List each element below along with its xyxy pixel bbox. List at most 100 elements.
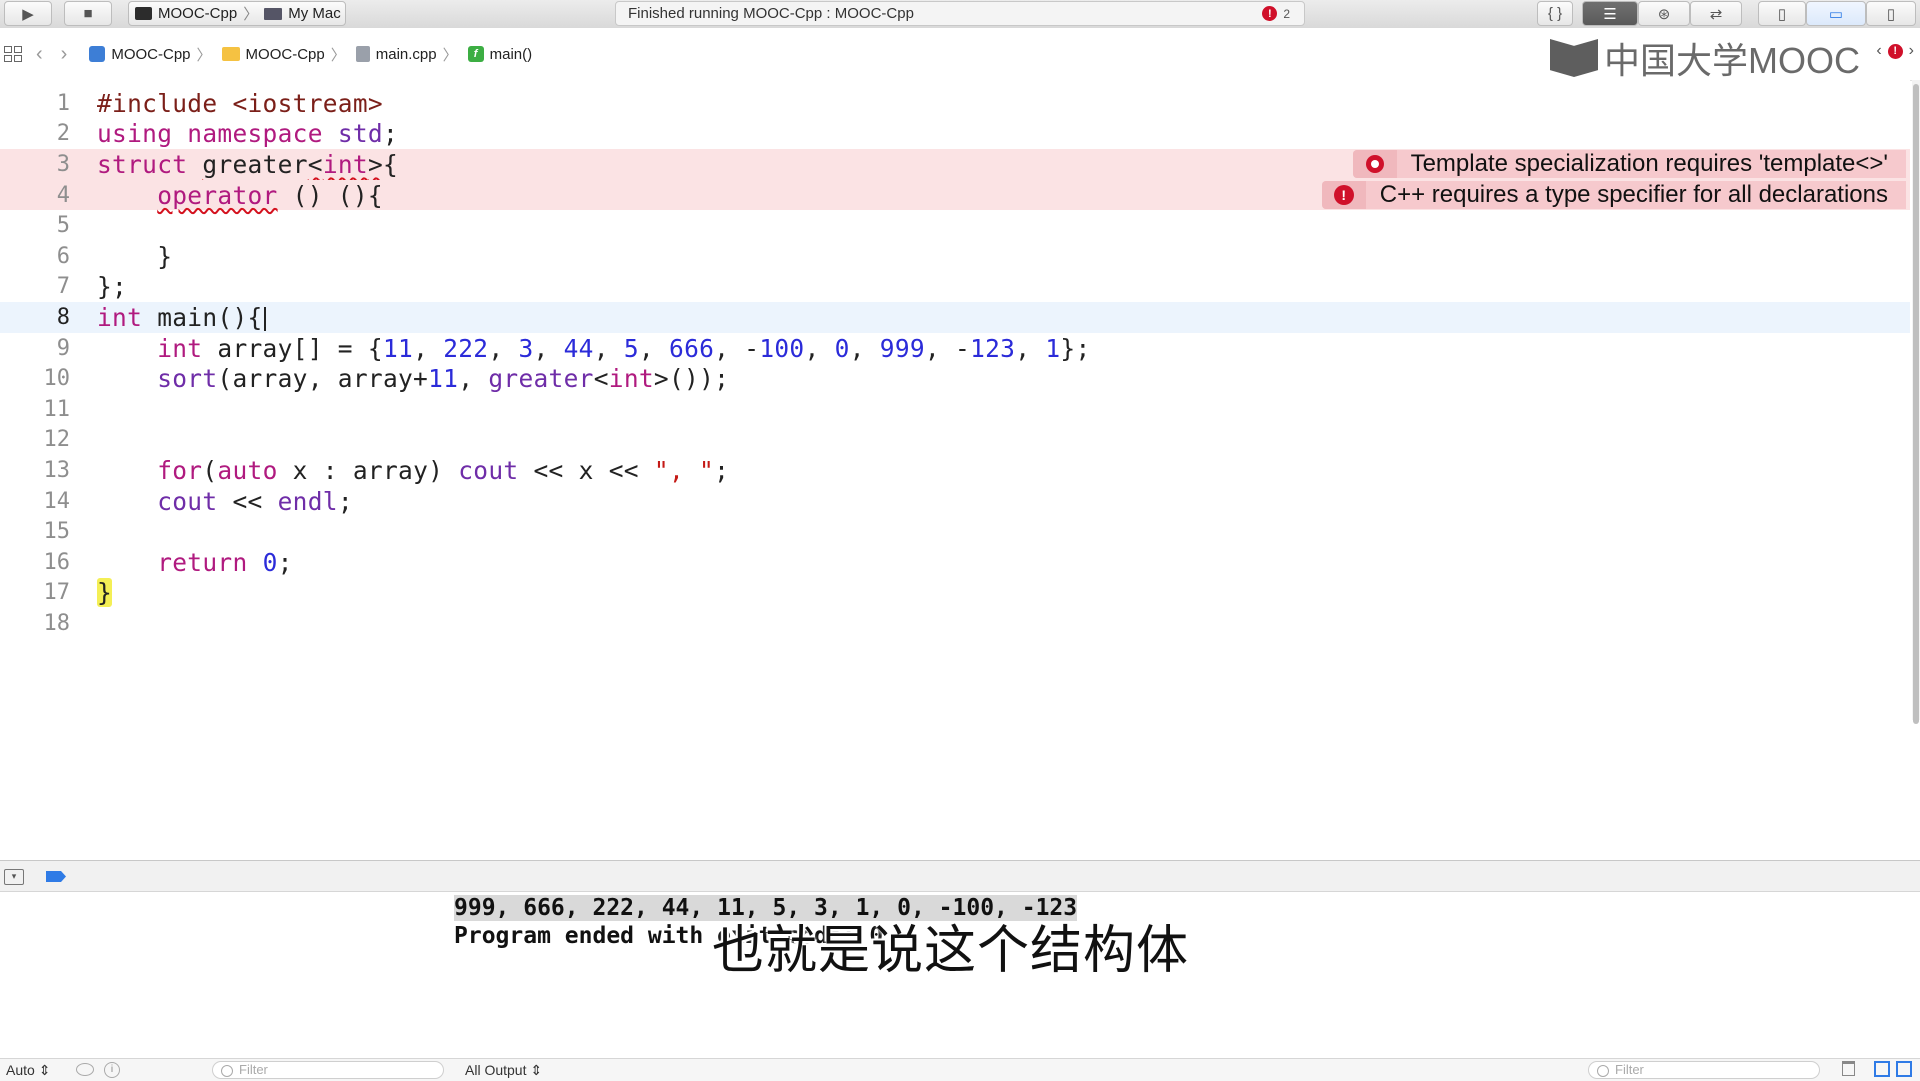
- text-cursor: [263, 306, 266, 331]
- error-icon: !: [1887, 43, 1903, 59]
- breakpoints-toggle-icon[interactable]: [46, 871, 66, 882]
- back-arrow-icon[interactable]: ‹: [36, 43, 43, 66]
- venn-icon: ⊛: [1657, 5, 1671, 23]
- standard-editor-button[interactable]: ☰: [1582, 1, 1638, 26]
- code-line: 14 cout << endl;: [0, 486, 1910, 517]
- jump-bar: ‹ › MOOC-Cpp 〉 MOOC-Cpp 〉 main.cpp 〉 f m…: [0, 28, 1920, 81]
- crumb-label: main(): [489, 45, 533, 63]
- hide-debug-area-button[interactable]: ▾: [4, 869, 24, 885]
- issue-navigator: ‹ ! ›: [1876, 42, 1914, 60]
- code-line: 11: [0, 394, 1910, 425]
- source-editor[interactable]: 1 #include <iostream> 2 using namespace …: [0, 80, 1910, 860]
- debug-bar: ▾: [0, 860, 1920, 892]
- code-text[interactable]: struct greater<int>{: [97, 150, 398, 179]
- error-count: 2: [1283, 6, 1290, 21]
- line-number: 12: [43, 427, 71, 453]
- navigator-toggle-button[interactable]: ▯: [1758, 1, 1806, 26]
- error-icon: !: [1262, 6, 1278, 21]
- code-line: 13 for(auto x : array) cout << x << ", "…: [0, 455, 1910, 486]
- error-count-badge[interactable]: ! 2: [1262, 6, 1290, 21]
- mooc-watermark: 中国大学MOOC: [1550, 32, 1860, 84]
- crumb-label: main.cpp: [375, 45, 437, 63]
- error-exclamation-icon: !: [1333, 184, 1354, 205]
- crumb-project[interactable]: MOOC-Cpp 〉: [89, 44, 212, 65]
- info-icon[interactable]: i: [104, 1062, 120, 1078]
- matching-brace-highlight: }: [97, 578, 113, 608]
- variables-filter-input[interactable]: Filter: [212, 1061, 444, 1079]
- scheme-selector[interactable]: MOOC-Cpp 〉 My Mac: [128, 1, 346, 26]
- code-text[interactable]: operator () (){: [97, 181, 383, 210]
- code-text[interactable]: return 0;: [97, 548, 293, 577]
- play-icon: ▶: [22, 5, 34, 23]
- code-text[interactable]: #include <iostream>: [97, 89, 383, 118]
- function-icon: f: [467, 46, 484, 62]
- line-number: 13: [43, 457, 71, 483]
- code-text[interactable]: int main(){: [97, 303, 266, 332]
- line-number: 10: [43, 366, 71, 392]
- line-number: 11: [43, 396, 71, 422]
- code-text[interactable]: }: [97, 242, 172, 271]
- issue-banner[interactable]: Template specialization requires 'templa…: [1352, 150, 1906, 179]
- next-issue-icon[interactable]: ›: [1909, 42, 1914, 60]
- line-number: 1: [56, 90, 70, 116]
- code-line: 9 int array[] = {11, 222, 3, 44, 5, 666,…: [0, 333, 1910, 364]
- previous-issue-icon[interactable]: ‹: [1876, 42, 1881, 60]
- code-line: 2 using namespace std;: [0, 119, 1910, 150]
- forward-arrow-icon[interactable]: ›: [61, 43, 68, 66]
- cpp-file-icon: [355, 46, 370, 62]
- issue-badge: [1352, 150, 1397, 179]
- code-text[interactable]: cout << endl;: [97, 487, 353, 516]
- code-text[interactable]: using namespace std;: [97, 119, 398, 148]
- line-number: 16: [43, 549, 71, 575]
- split-left-icon[interactable]: [1874, 1061, 1890, 1077]
- code-text[interactable]: for(auto x : array) cout << x << ", ";: [97, 456, 729, 485]
- console-filter-input[interactable]: Filter: [1588, 1061, 1820, 1079]
- split-right-icon[interactable]: [1896, 1061, 1912, 1077]
- variables-scope-select[interactable]: Auto ⇕: [6, 1062, 50, 1079]
- swap-arrows-icon: ⇄: [1709, 5, 1723, 23]
- mac-icon: [264, 7, 283, 20]
- issue-banner[interactable]: ! C++ requires a type specifier for all …: [1321, 180, 1906, 209]
- terminal-app-icon: [135, 7, 152, 20]
- folder-icon: [221, 47, 240, 61]
- code-line: 17 }: [0, 578, 1910, 609]
- error-stop-icon: [1365, 155, 1384, 174]
- lines-icon: ☰: [1603, 5, 1617, 23]
- utilities-toggle-button[interactable]: ▯: [1866, 1, 1916, 26]
- issue-badge: !: [1321, 180, 1366, 209]
- scope-label: Auto: [6, 1062, 35, 1078]
- code-text[interactable]: };: [97, 272, 127, 301]
- related-items-icon[interactable]: [4, 46, 22, 62]
- code-snippet-button[interactable]: { }: [1537, 1, 1573, 26]
- line-number: 18: [43, 610, 71, 636]
- version-editor-button[interactable]: ⇄: [1690, 1, 1742, 26]
- crumb-file[interactable]: main.cpp 〉: [355, 44, 458, 65]
- line-number: 5: [56, 213, 70, 239]
- code-line: 7 };: [0, 272, 1910, 303]
- assistant-editor-button[interactable]: ⊛: [1638, 1, 1690, 26]
- editor-scrollbar[interactable]: [1912, 80, 1920, 724]
- line-number: 14: [43, 488, 71, 514]
- crumb-label: MOOC-Cpp: [111, 45, 191, 63]
- output-scope-select[interactable]: All Output ⇕: [465, 1062, 542, 1079]
- debug-area-toggle-button[interactable]: ▭: [1806, 1, 1866, 26]
- code-text[interactable]: sort(array, array+11, greater<int>());: [97, 364, 729, 393]
- crumb-group[interactable]: MOOC-Cpp 〉: [221, 44, 346, 65]
- video-subtitle: 也就是说这个结构体: [712, 921, 1190, 981]
- code-text[interactable]: int array[] = {11, 222, 3, 44, 5, 666, -…: [97, 334, 1091, 363]
- debug-bottom-bar: Auto ⇕ i Filter All Output ⇕ Filter: [0, 1058, 1920, 1081]
- project-icon: [89, 46, 106, 62]
- scrollbar-thumb[interactable]: [1913, 84, 1919, 724]
- stop-button[interactable]: ■: [64, 1, 112, 26]
- line-number: 8: [56, 304, 70, 330]
- line-number: 9: [56, 335, 70, 361]
- watermark-text: 中国大学MOOC: [1604, 40, 1860, 81]
- eye-icon[interactable]: [76, 1063, 94, 1076]
- run-button[interactable]: ▶: [4, 1, 52, 26]
- activity-viewer: Finished running MOOC-Cpp : MOOC-Cpp ! 2: [615, 1, 1305, 26]
- line-number: 2: [56, 121, 70, 147]
- code-text[interactable]: }: [97, 578, 113, 608]
- crumb-function[interactable]: f main(): [467, 45, 533, 63]
- trash-icon[interactable]: [1842, 1061, 1855, 1076]
- stop-icon: ■: [83, 5, 93, 22]
